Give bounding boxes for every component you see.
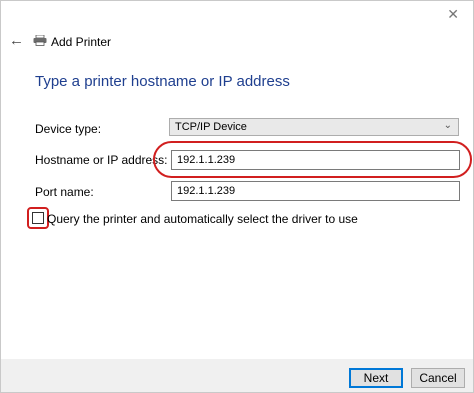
port-name-input[interactable] — [171, 181, 460, 201]
device-type-select[interactable]: TCP/IP Device ⌄ — [169, 118, 459, 136]
title-bar: ← Add Printer — [1, 27, 473, 55]
query-printer-checkbox[interactable] — [32, 212, 44, 224]
back-arrow-icon[interactable]: ← — [9, 32, 24, 49]
close-icon[interactable]: ✕ — [447, 7, 459, 21]
add-printer-window: ✕ ← Add Printer Type a printer hostname … — [0, 0, 474, 393]
device-type-label: Device type: — [35, 122, 102, 136]
next-button[interactable]: Next — [349, 368, 403, 388]
hostname-highlight-annotation — [153, 141, 472, 178]
device-type-value: TCP/IP Device — [175, 121, 247, 133]
page-heading: Type a printer hostname or IP address — [35, 73, 290, 90]
hostname-label: Hostname or IP address: — [35, 153, 168, 167]
cancel-button[interactable]: Cancel — [411, 368, 465, 388]
query-printer-label[interactable]: Query the printer and automatically sele… — [47, 212, 358, 226]
chevron-down-icon: ⌄ — [443, 120, 452, 131]
printer-icon — [33, 35, 47, 46]
window-title: Add Printer — [51, 35, 112, 49]
port-name-label: Port name: — [35, 185, 94, 199]
